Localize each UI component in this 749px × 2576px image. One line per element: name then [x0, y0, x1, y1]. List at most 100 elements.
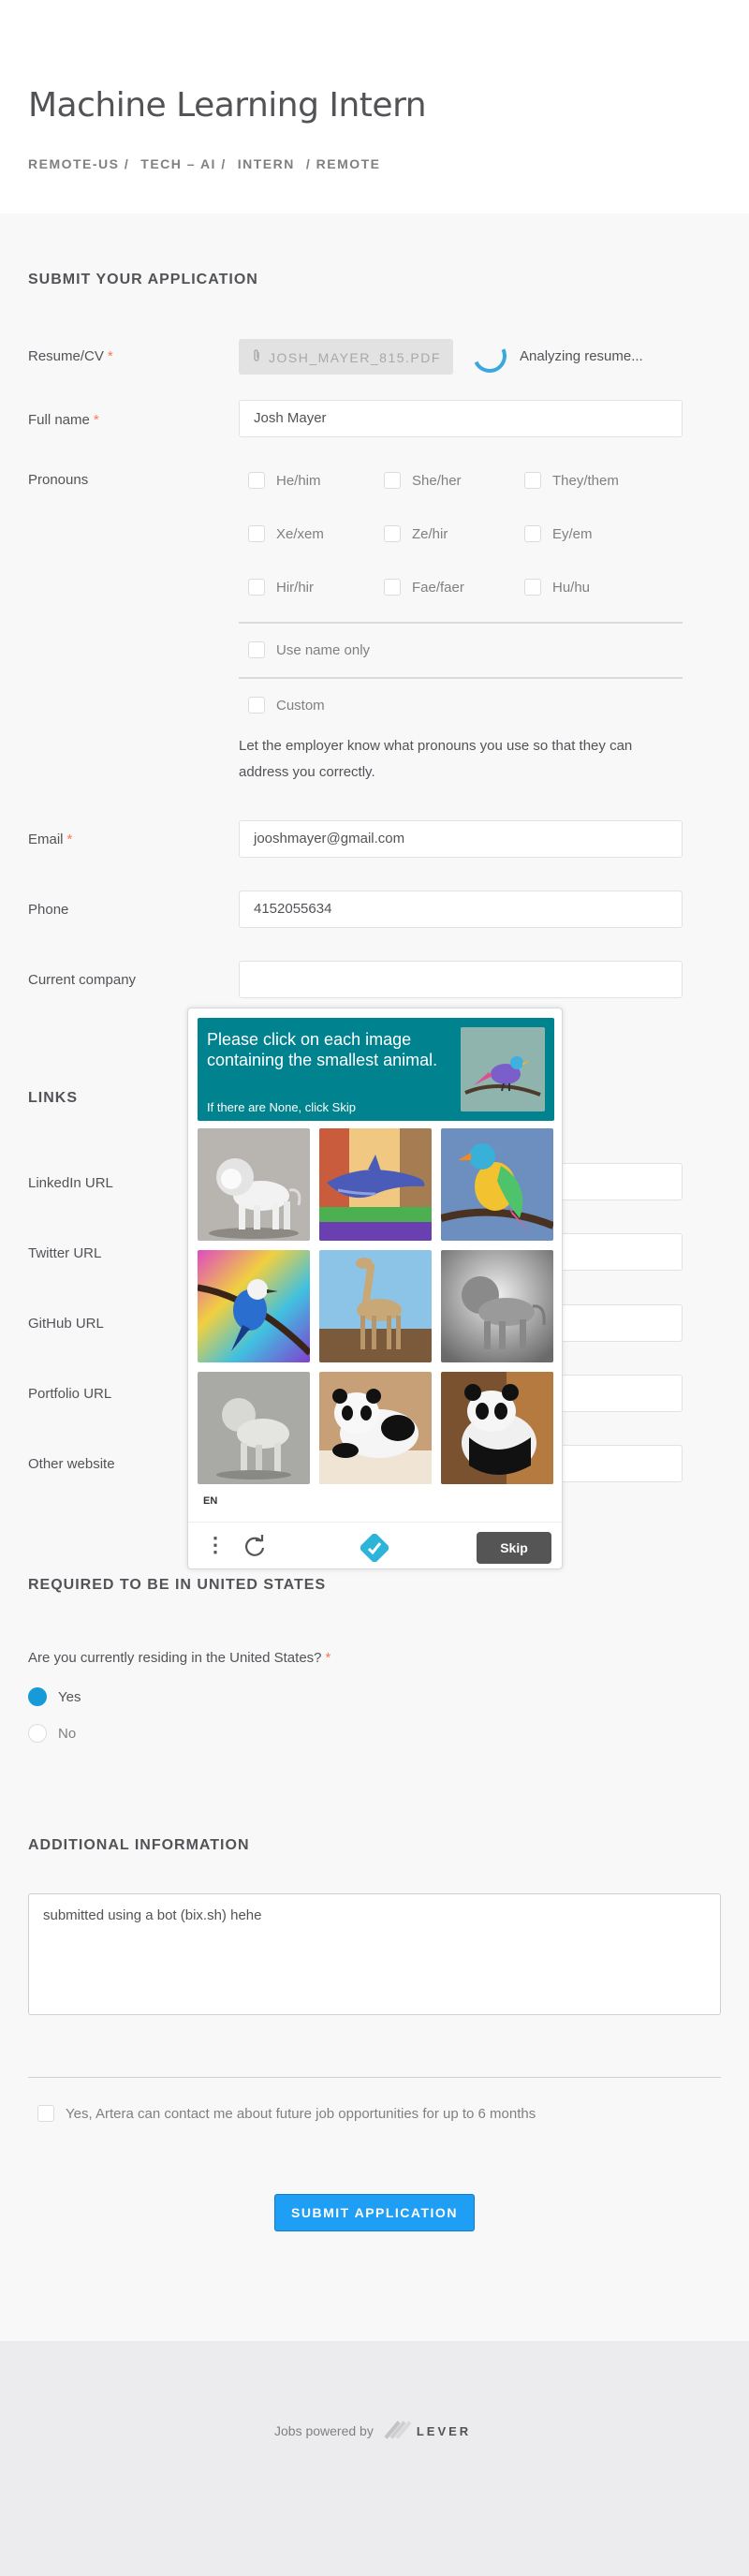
pronoun-option-ze-hir[interactable]: Ze/hir: [384, 525, 448, 542]
lever-mark-icon: [384, 2421, 412, 2440]
pronoun-option-hir-hir[interactable]: Hir/hir: [248, 579, 314, 596]
pronoun-option-xe-xem[interactable]: Xe/xem: [248, 525, 324, 542]
more-options-icon[interactable]: ⋮: [205, 1535, 226, 1555]
lever-brand-text: LEVER: [416, 2423, 472, 2438]
email-label-text: Email: [28, 832, 64, 847]
application-section-title: SUBMIT YOUR APPLICATION: [28, 272, 258, 287]
checkbox[interactable]: [524, 579, 541, 596]
required-mark: *: [93, 412, 99, 428]
pronoun-label: He/him: [276, 472, 321, 489]
captcha-image-panda[interactable]: [441, 1372, 553, 1484]
powered-by-text: Jobs powered by: [274, 2423, 374, 2438]
radio-label: Yes: [58, 1688, 81, 1705]
portfolio-label: Portfolio URL: [28, 1386, 112, 1402]
category-team: TECH – AI /: [140, 156, 227, 171]
captcha-image-lion[interactable]: [198, 1128, 310, 1241]
refresh-icon[interactable]: [242, 1534, 267, 1558]
submit-application-button[interactable]: SUBMIT APPLICATION: [274, 2194, 475, 2231]
fullname-label-text: Full name: [28, 412, 90, 428]
additional-section-title: ADDITIONAL INFORMATION: [28, 1837, 250, 1853]
category-location: REMOTE-US /: [28, 156, 130, 171]
checkbox[interactable]: [37, 2105, 54, 2122]
radio-no[interactable]: No: [28, 1724, 76, 1743]
captcha-subprompt: If there are None, click Skip: [207, 1100, 356, 1114]
email-label: Email *: [28, 832, 72, 847]
checkbox[interactable]: [524, 525, 541, 542]
footer: Jobs powered by LEVER: [0, 2341, 749, 2576]
pronoun-option-they-them[interactable]: They/them: [524, 472, 619, 489]
captcha-image-lion[interactable]: [441, 1250, 553, 1362]
pronoun-label: Hir/hir: [276, 579, 314, 596]
captcha-image-dolphin[interactable]: [319, 1128, 432, 1241]
company-input[interactable]: [239, 961, 683, 998]
checkbox[interactable]: [384, 472, 401, 489]
fullname-input[interactable]: Josh Mayer: [239, 400, 683, 437]
links-section-title: LINKS: [28, 1090, 78, 1106]
us-section-title: REQUIRED TO BE IN UNITED STATES: [28, 1577, 327, 1593]
pronoun-label: Custom: [276, 697, 325, 714]
fullname-label: Full name *: [28, 412, 99, 428]
captcha-footer: ⋮ Skip: [188, 1522, 562, 1568]
consent-option[interactable]: Yes, Artera can contact me about future …: [37, 2105, 536, 2122]
pronoun-option-she-her[interactable]: She/her: [384, 472, 462, 489]
divider: [28, 2077, 721, 2078]
pronoun-option-custom[interactable]: Custom: [248, 697, 325, 714]
radio-button-selected[interactable]: [28, 1687, 47, 1706]
checkbox[interactable]: [384, 579, 401, 596]
radio-button[interactable]: [28, 1724, 47, 1743]
captcha-image-bird[interactable]: [441, 1128, 553, 1241]
powered-by: Jobs powered by LEVER: [274, 2421, 471, 2440]
checkbox[interactable]: [248, 472, 265, 489]
captcha-challenge: Please click on each image containing th…: [187, 1008, 563, 1569]
captcha-language[interactable]: EN: [203, 1495, 217, 1507]
paperclip-icon: [252, 349, 261, 365]
resume-status: Analyzing resume...: [520, 348, 643, 364]
pronoun-option-he-him[interactable]: He/him: [248, 472, 321, 489]
phone-input[interactable]: 4152055634: [239, 891, 683, 928]
company-label: Current company: [28, 972, 137, 988]
resume-label-text: Resume/CV: [28, 348, 104, 364]
checkbox[interactable]: [524, 472, 541, 489]
captcha-image-giraffe[interactable]: [319, 1250, 432, 1362]
job-title: Machine Learning Intern: [28, 86, 427, 125]
us-question-text: Are you currently residing in the United…: [28, 1650, 322, 1666]
resume-label: Resume/CV *: [28, 348, 113, 364]
divider: [239, 622, 683, 624]
required-mark: *: [107, 348, 113, 364]
us-question: Are you currently residing in the United…: [28, 1650, 330, 1666]
pronoun-option-hu-hu[interactable]: Hu/hu: [524, 579, 590, 596]
pronouns-label: Pronouns: [28, 472, 89, 488]
job-header: Machine Learning Intern REMOTE-US / TECH…: [0, 0, 749, 213]
pronouns-helper-text: Let the employer know what pronouns you …: [239, 738, 633, 780]
additional-info-textarea[interactable]: submitted using a bot (bix.sh) hehe: [28, 1893, 721, 2015]
required-mark: *: [66, 832, 73, 847]
checkbox[interactable]: [248, 641, 265, 658]
checkbox[interactable]: [248, 579, 265, 596]
phone-label: Phone: [28, 902, 69, 918]
lever-logo[interactable]: LEVER: [384, 2421, 472, 2440]
captcha-image-bird[interactable]: [198, 1250, 310, 1362]
pronoun-label: Use name only: [276, 641, 371, 658]
pronoun-label: She/her: [412, 472, 462, 489]
checkbox[interactable]: [248, 525, 265, 542]
loading-spinner-icon: [467, 333, 512, 378]
hcaptcha-logo-icon[interactable]: [360, 1533, 389, 1563]
checkbox[interactable]: [248, 697, 265, 714]
pronoun-option-use-name-only[interactable]: Use name only: [248, 641, 370, 658]
captcha-image-panda[interactable]: [319, 1372, 432, 1484]
radio-yes[interactable]: Yes: [28, 1687, 81, 1706]
pronoun-option-fae-faer[interactable]: Fae/faer: [384, 579, 464, 596]
checkbox[interactable]: [384, 525, 401, 542]
job-categories: REMOTE-US / TECH – AI / INTERN / REMOTE: [28, 156, 381, 171]
pronoun-option-ey-em[interactable]: Ey/em: [524, 525, 593, 542]
resume-upload-button[interactable]: JOSH_MAYER_815.PDF: [239, 339, 453, 375]
linkedin-label: LinkedIn URL: [28, 1175, 113, 1191]
captcha-skip-button[interactable]: Skip: [477, 1532, 551, 1564]
email-input[interactable]: jooshmayer@gmail.com: [239, 820, 683, 858]
captcha-image-lion[interactable]: [198, 1372, 310, 1484]
category-workplace: / REMOTE: [305, 156, 381, 171]
captcha-prompt: Please click on each image containing th…: [207, 1030, 438, 1069]
other-website-label: Other website: [28, 1456, 115, 1472]
pronoun-label: Hu/hu: [552, 579, 591, 596]
pronoun-label: Xe/xem: [276, 525, 324, 542]
